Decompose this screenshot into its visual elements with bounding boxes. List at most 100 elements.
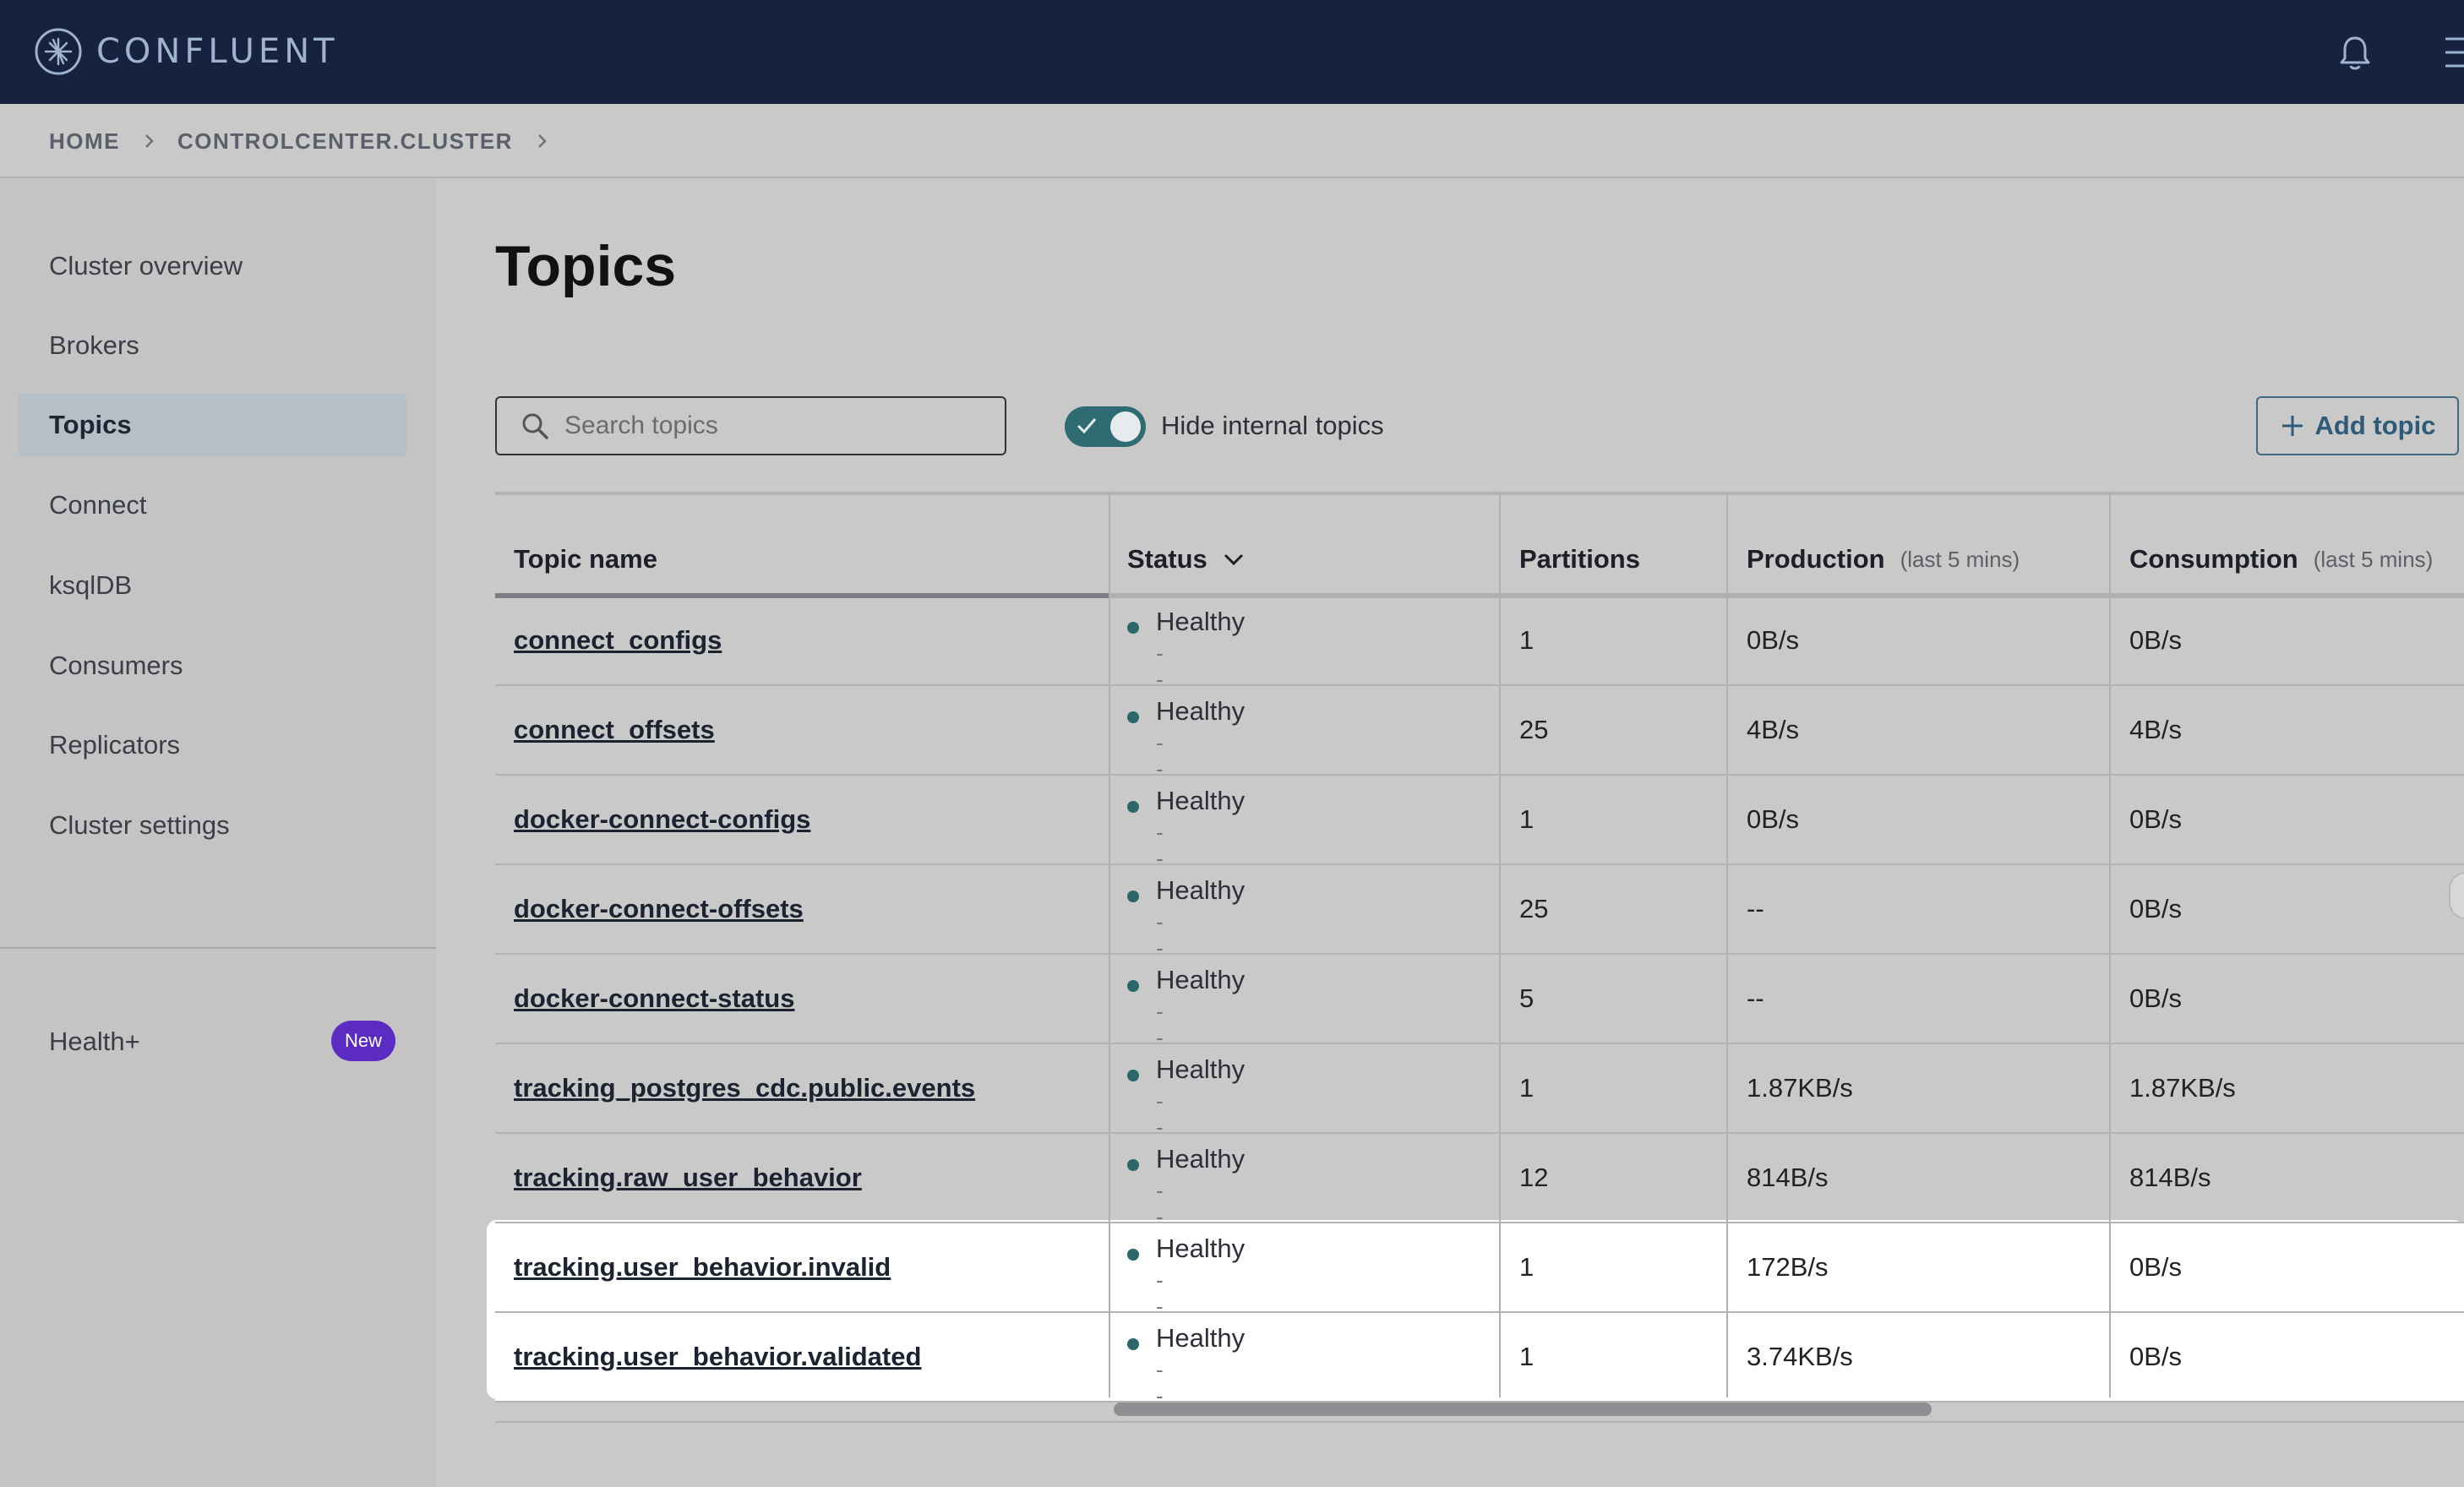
status-text: Healthy: [1156, 875, 1246, 905]
sidebar-divider: [0, 947, 436, 949]
hide-internal-topics-toggle[interactable]: [1065, 406, 1146, 447]
column-header-status[interactable]: Status: [1127, 495, 1246, 596]
partitions-cell: 25: [1519, 894, 1549, 923]
topic-name-link[interactable]: connect_configs: [514, 625, 722, 656]
add-topic-button[interactable]: Add topic: [2256, 396, 2459, 455]
horizontal-scrollbar[interactable]: [1114, 1403, 1932, 1416]
partitions-cell: 5: [1519, 983, 1535, 1013]
column-header-sublabel: (last 5 mins): [2313, 546, 2434, 572]
breadcrumb-bar: HOME CONTROLCENTER.CLUSTER: [0, 104, 2464, 178]
production-cell: --: [1747, 983, 1764, 1013]
status-text: Healthy: [1156, 1234, 1246, 1263]
sidebar-item-cluster-overview[interactable]: Cluster overview: [19, 235, 406, 297]
column-header-label: Status: [1127, 544, 1207, 574]
sidebar-item-brokers[interactable]: Brokers: [19, 314, 406, 377]
search-input[interactable]: [564, 411, 970, 440]
sidebar-item-ksqldb[interactable]: ksqlDB: [19, 554, 406, 617]
breadcrumb-home[interactable]: HOME: [49, 128, 120, 155]
topic-name-link[interactable]: docker-connect-offsets: [514, 894, 804, 924]
table-row[interactable]: docker-connect-status Healthy -- 5 -- 0B/s: [495, 955, 2464, 1050]
consumption-cell: 0B/s: [2129, 983, 2183, 1013]
sidebar-item-cluster-settings[interactable]: Cluster settings: [19, 794, 406, 857]
column-header-label: Consumption: [2129, 544, 2298, 574]
status-subtext: --: [1156, 1088, 1164, 1140]
table-row[interactable]: connect_offsets Healthy -- 25 4B/s 4B/s: [495, 686, 2464, 782]
column-header-consumption[interactable]: Consumption (last 5 mins): [2129, 495, 2433, 596]
column-header-label: Topic name: [514, 544, 657, 574]
partitions-cell: 1: [1519, 1342, 1535, 1371]
breadcrumb-cluster[interactable]: CONTROLCENTER.CLUSTER: [177, 128, 513, 155]
table-row[interactable]: connect_configs Healthy -- 1 0B/s 0B/s: [495, 596, 2464, 692]
status-healthy-icon: [1127, 801, 1139, 813]
column-header-topic-name[interactable]: Topic name: [514, 495, 657, 596]
table-row[interactable]: tracking_postgres_cdc.public.events Healt…: [495, 1044, 2464, 1140]
partitions-cell: 25: [1519, 715, 1549, 744]
status-text: Healthy: [1156, 607, 1246, 636]
topic-name-link[interactable]: docker-connect-configs: [514, 804, 810, 835]
status-healthy-icon: [1127, 1249, 1139, 1261]
consumption-cell: 0B/s: [2129, 804, 2183, 834]
status-subtext: --: [1156, 1267, 1164, 1319]
status-healthy-icon: [1127, 980, 1139, 992]
status-healthy-icon: [1127, 891, 1139, 902]
toggle-knob: [1110, 411, 1141, 442]
topic-name-link[interactable]: tracking.user_behavior.invalid: [514, 1252, 891, 1283]
notifications-bell-icon[interactable]: [2334, 32, 2376, 74]
partitions-cell: 1: [1519, 1073, 1535, 1103]
health-plus-label: Health+: [49, 1027, 140, 1056]
status-text: Healthy: [1156, 696, 1246, 726]
topic-name-link[interactable]: docker-connect-status: [514, 983, 794, 1014]
status-subtext: --: [1156, 909, 1164, 961]
status-healthy-icon: [1127, 1159, 1139, 1171]
status-healthy-icon: [1127, 622, 1139, 634]
table-header: Topic name Status Partitions Production …: [495, 492, 2464, 598]
confluent-logo[interactable]: CONFLUENT: [34, 26, 339, 77]
consumption-cell: 0B/s: [2129, 1252, 2183, 1282]
sidebar-item-connect[interactable]: Connect: [19, 474, 406, 537]
topic-name-link[interactable]: connect_offsets: [514, 715, 715, 745]
search-box[interactable]: [495, 396, 1006, 455]
column-divider: [2109, 492, 2111, 1397]
page-title: Topics: [495, 234, 677, 298]
column-divider: [1726, 492, 1728, 1397]
table-row[interactable]: tracking.raw_user_behavior Healthy -- 12 814…: [495, 1134, 2464, 1229]
column-header-production[interactable]: Production (last 5 mins): [1747, 495, 2020, 596]
table-row[interactable]: tracking.user_behavior.invalid Healthy -- 1…: [495, 1223, 2464, 1319]
sidebar-item-health-plus[interactable]: Health+ New: [49, 1021, 395, 1063]
sidebar-item-topics[interactable]: Topics: [19, 394, 406, 456]
consumption-cell: 4B/s: [2129, 715, 2183, 744]
production-cell: 0B/s: [1747, 625, 1800, 655]
table-bottom-border: [495, 1421, 2464, 1423]
production-cell: 4B/s: [1747, 715, 1800, 744]
consumption-cell: 0B/s: [2129, 1342, 2183, 1371]
column-divider: [1499, 492, 1501, 1397]
topic-name-link[interactable]: tracking.raw_user_behavior: [514, 1163, 862, 1193]
sidebar: Cluster overview Brokers Topics Connect …: [0, 178, 436, 1487]
menu-icon[interactable]: [2445, 34, 2464, 71]
status-text: Healthy: [1156, 965, 1246, 994]
new-badge: New: [330, 1021, 395, 1061]
status-healthy-icon: [1127, 1338, 1139, 1350]
sidebar-item-consumers[interactable]: Consumers: [19, 635, 406, 697]
column-header-label: Partitions: [1519, 544, 1640, 574]
search-icon: [522, 413, 548, 439]
status-subtext: --: [1156, 999, 1164, 1050]
production-cell: 0B/s: [1747, 804, 1800, 834]
status-healthy-icon: [1127, 711, 1139, 723]
chevron-right-icon: [538, 134, 547, 148]
chevron-right-icon: [145, 134, 154, 148]
status-subtext: --: [1156, 1178, 1164, 1229]
table-row[interactable]: docker-connect-offsets Healthy -- 25 -- 0B/s: [495, 865, 2464, 961]
table-row[interactable]: docker-connect-configs Healthy -- 1 0B/s 0B/s: [495, 776, 2464, 871]
production-cell: 172B/s: [1747, 1252, 1829, 1282]
topic-name-link[interactable]: tracking_postgres_cdc.public.events: [514, 1073, 975, 1103]
status-subtext: --: [1156, 730, 1164, 782]
topic-name-link[interactable]: tracking.user_behavior.validated: [514, 1342, 921, 1372]
status-text: Healthy: [1156, 1323, 1246, 1353]
column-header-partitions[interactable]: Partitions: [1519, 495, 1640, 596]
column-divider: [1109, 492, 1110, 1397]
table-row[interactable]: tracking.user_behavior.validated Healthy -…: [495, 1313, 2464, 1408]
sidebar-item-replicators[interactable]: Replicators: [19, 714, 406, 776]
status-text: Healthy: [1156, 1144, 1246, 1174]
partitions-cell: 1: [1519, 804, 1535, 834]
